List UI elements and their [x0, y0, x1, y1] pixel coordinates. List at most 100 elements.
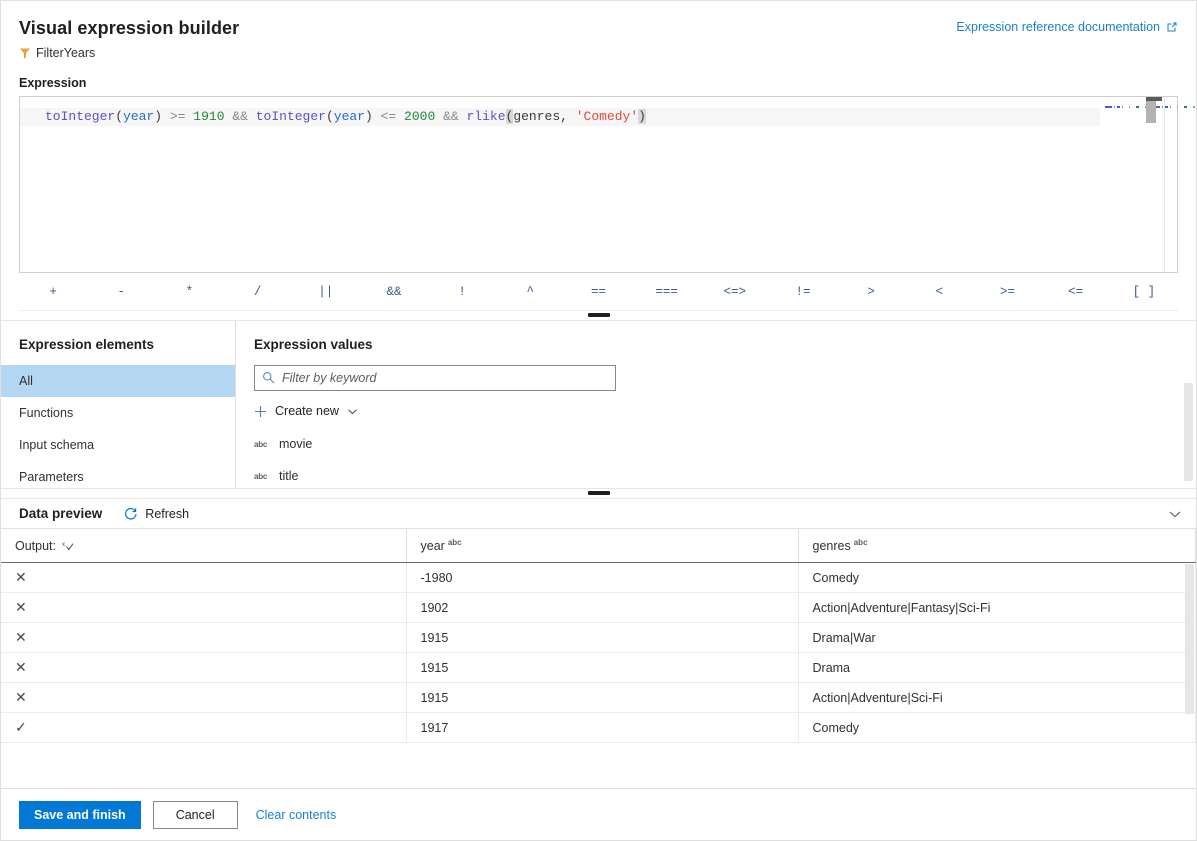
table-head: Output: x yearabc genresabc	[1, 529, 1196, 563]
operator-button-[interactable]: ==	[564, 281, 632, 303]
table-row[interactable]: ✕1915Drama	[1, 653, 1196, 683]
code-token	[396, 109, 404, 124]
row-output-mark: ✕	[1, 563, 406, 593]
code-token: )	[638, 109, 646, 124]
filter-box	[254, 365, 616, 391]
code-token	[373, 109, 381, 124]
operator-button-[interactable]: ||	[292, 281, 360, 303]
table-vertical-scrollbar[interactable]	[1185, 564, 1194, 714]
column-type-abc: abc	[448, 538, 462, 547]
table-row[interactable]: ✕1915Drama|War	[1, 623, 1196, 653]
table-row[interactable]: ✓1917Comedy	[1, 713, 1196, 743]
expression-element-all[interactable]: All	[1, 365, 235, 397]
expression-code-line[interactable]: toInteger(year) >= 1910 && toInteger(yea…	[20, 108, 1100, 126]
operator-button-[interactable]: ^	[496, 281, 564, 303]
row-cell-genres: Comedy	[798, 563, 1196, 593]
value-type-abc-icon: abc	[254, 472, 269, 481]
column-header-genres[interactable]: genresabc	[798, 529, 1196, 563]
code-token: <=	[381, 109, 397, 124]
table-row[interactable]: ✕1902Action|Adventure|Fantasy|Sci-Fi	[1, 593, 1196, 623]
refresh-button[interactable]: Refresh	[124, 507, 189, 521]
operator-button-[interactable]: ===	[633, 281, 701, 303]
filter-input[interactable]	[254, 365, 616, 391]
row-cell-genres: Drama	[798, 653, 1196, 683]
code-token: 'Comedy'	[576, 109, 638, 124]
operator-button-[interactable]: >	[837, 281, 905, 303]
row-output-mark: ✓	[1, 713, 406, 743]
code-token: >=	[170, 109, 186, 124]
code-token: 2000	[404, 109, 435, 124]
preview-splitter[interactable]	[1, 489, 1196, 499]
code-token: year	[334, 109, 365, 124]
refresh-icon	[124, 507, 138, 521]
minimap-token	[1136, 106, 1139, 108]
operator-button-[interactable]: <=>	[701, 281, 769, 303]
operator-button-[interactable]: /	[224, 281, 292, 303]
minimap-slider[interactable]	[1146, 101, 1156, 123]
code-token: toInteger	[45, 109, 115, 124]
dialog-footer: Save and finish Cancel Clear contents	[1, 788, 1196, 840]
row-cell-genres: Action|Adventure|Fantasy|Sci-Fi	[798, 593, 1196, 623]
editor-splitter-grip[interactable]	[588, 313, 610, 317]
minimap-token	[1162, 106, 1163, 108]
operator-button-[interactable]: *	[155, 281, 223, 303]
save-and-finish-button[interactable]: Save and finish	[19, 801, 141, 829]
operator-button-[interactable]: <	[905, 281, 973, 303]
operator-button-[interactable]: +	[19, 281, 87, 303]
operator-button-[interactable]: &&	[360, 281, 428, 303]
editor-vertical-scrollbar[interactable]	[1164, 97, 1177, 272]
minimap-token	[1184, 106, 1187, 108]
code-token: )	[154, 109, 162, 124]
expression-browser: Expression elements AllFunctionsInput sc…	[1, 321, 1196, 489]
row-cell-year: 1915	[406, 653, 798, 683]
minimap-token	[1165, 106, 1168, 108]
row-cell-year: 1917	[406, 713, 798, 743]
preview-splitter-grip[interactable]	[588, 491, 610, 495]
transformation-name-label: FilterYears	[36, 46, 95, 60]
row-cell-year: 1915	[406, 623, 798, 653]
operator-button-[interactable]: !=	[769, 281, 837, 303]
expression-code-area[interactable]: toInteger(year) >= 1910 && toInteger(yea…	[20, 97, 1100, 272]
expression-values-title: Expression values	[236, 321, 1196, 365]
code-token: year	[123, 109, 154, 124]
value-type-abc-icon: abc	[254, 440, 269, 449]
collapse-chevron-down-icon[interactable]	[1168, 507, 1182, 521]
code-token	[248, 109, 256, 124]
operator-button-[interactable]: >=	[973, 281, 1041, 303]
expression-element-functions[interactable]: Functions	[1, 397, 235, 429]
visual-expression-builder-dialog: Visual expression builder Expression ref…	[0, 0, 1197, 841]
table-row[interactable]: ✕1915Action|Adventure|Sci-Fi	[1, 683, 1196, 713]
create-new-button[interactable]: Create new	[254, 404, 358, 418]
operator-button-[interactable]: -	[87, 281, 155, 303]
row-output-mark: ✕	[1, 683, 406, 713]
column-header-year[interactable]: yearabc	[406, 529, 798, 563]
table-header-row: Output: x yearabc genresabc	[1, 529, 1196, 563]
operator-button-[interactable]: [ ]	[1110, 281, 1178, 303]
operator-button-[interactable]: <=	[1042, 281, 1110, 303]
operator-button-[interactable]: !	[428, 281, 496, 303]
expression-values-pane: Expression values Create new	[236, 321, 1196, 488]
expression-editor[interactable]: toInteger(year) >= 1910 && toInteger(yea…	[19, 96, 1178, 273]
operators-toolbar: +-*/||&&!^=====<=>!=><>=<=[ ]	[19, 273, 1178, 311]
row-cell-year: -1980	[406, 563, 798, 593]
cancel-button[interactable]: Cancel	[153, 801, 238, 829]
code-token: toInteger	[256, 109, 326, 124]
editor-minimap[interactable]	[1100, 97, 1164, 272]
column-header-output[interactable]: Output: x	[1, 529, 406, 563]
expression-value-item[interactable]: abctitle	[236, 460, 1196, 488]
values-pane-scrollbar[interactable]	[1184, 383, 1193, 481]
expression-value-item[interactable]: abcmovie	[236, 428, 1196, 460]
code-token: genres	[513, 109, 560, 124]
expression-reference-documentation-link[interactable]: Expression reference documentation	[956, 17, 1178, 34]
chevron-down-icon	[347, 406, 358, 417]
editor-splitter[interactable]	[1, 311, 1196, 321]
data-preview-header: Data preview Refresh	[1, 499, 1196, 529]
code-token: &&	[232, 109, 248, 124]
clear-contents-link[interactable]: Clear contents	[256, 808, 337, 822]
table-row[interactable]: ✕-1980Comedy	[1, 563, 1196, 593]
minimap-token	[1129, 106, 1131, 108]
minimap-token	[1170, 106, 1171, 108]
minimap-token	[1105, 106, 1112, 108]
page-title: Visual expression builder	[19, 17, 239, 39]
expression-element-input-schema[interactable]: Input schema	[1, 429, 235, 461]
